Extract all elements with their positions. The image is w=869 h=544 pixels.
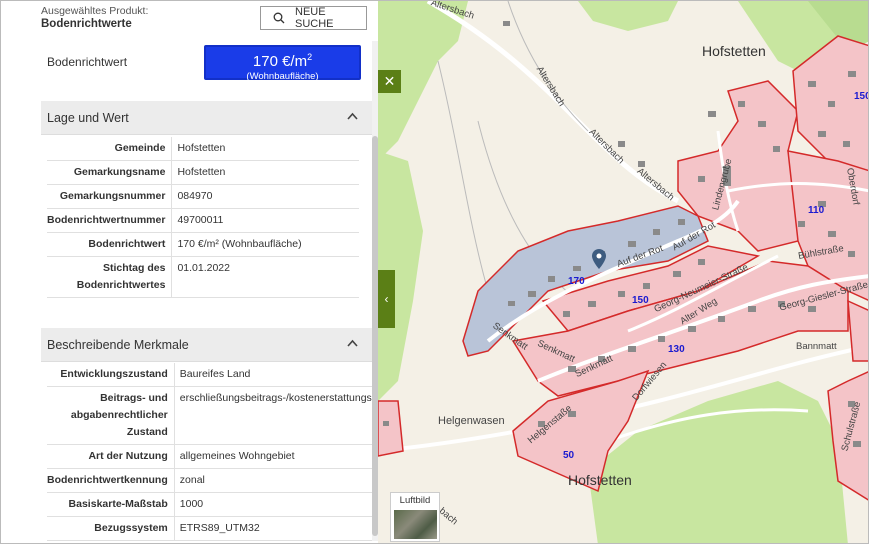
field-value: erschließungsbeitrags-/kostenerstattungs… <box>174 386 378 445</box>
field-key: Gemeinde <box>47 137 173 161</box>
table-row: Bodenrichtwertkennung zonal <box>47 468 378 493</box>
close-panel-button[interactable]: ✕ <box>378 70 401 93</box>
aerial-thumbnail <box>394 510 437 539</box>
field-key: Bodenrichtwertkennung <box>47 468 175 493</box>
field-value: 01.01.2022 <box>171 256 359 298</box>
section-lage-header[interactable]: Lage und Wert <box>41 101 372 135</box>
field-value: zonal <box>174 468 378 493</box>
table-row: Stichtag des Bodenrichtwertes 01.01.2022 <box>47 256 359 298</box>
place-label: Hofstetten <box>568 472 632 488</box>
field-key: Art der Nutzung <box>47 444 175 469</box>
field-value: 1000 <box>174 492 378 517</box>
new-search-button[interactable]: NEUE SUCHE <box>260 6 367 30</box>
brw-zone-number[interactable]: 130 <box>668 344 685 355</box>
table-row: Gemarkungsname Hofstetten <box>47 160 359 185</box>
map-base <box>378 1 868 543</box>
table-row: Basiskarte-Maßstab 1000 <box>47 492 378 517</box>
field-value: Hofstetten <box>171 160 359 185</box>
field-key: Stichtag des Bodenrichtwertes <box>47 256 173 298</box>
field-key: Entwicklungszustand <box>47 363 175 387</box>
location-marker-icon[interactable] <box>592 249 606 269</box>
table-row: Bezugssystem ETRS89_UTM32 <box>47 516 378 541</box>
table-row: Beitrags- und abgabenrechtlicher Zustand… <box>47 386 378 445</box>
place-label: Helgenwasen <box>438 415 505 427</box>
field-key: Gemarkungsname <box>47 160 173 185</box>
place-label: Hofstetten <box>702 43 766 59</box>
summary-value: 170 €/m <box>252 53 308 70</box>
field-key: Bezugssystem <box>47 516 175 541</box>
table-row: Entwicklungszustand Baureifes Land <box>47 363 378 387</box>
brw-zone-number[interactable]: 110 <box>808 205 824 216</box>
brw-zone-number[interactable]: 150 <box>632 295 649 306</box>
field-value: 084970 <box>171 184 359 209</box>
info-panel: Ausgewähltes Produkt: Bodenrichtwerte NE… <box>1 1 378 543</box>
field-key: Bodenrichtwert <box>47 232 173 257</box>
chevron-up-icon <box>347 112 358 120</box>
field-value: Hofstetten <box>171 137 359 161</box>
product-header: Ausgewähltes Produkt: Bodenrichtwerte <box>41 5 148 31</box>
summary-usage: (Wohnbaufläche) <box>246 71 319 82</box>
collapse-panel-button[interactable]: ‹ <box>378 270 395 328</box>
field-key: Beitrags- und abgabenrechtlicher Zustand <box>47 386 175 445</box>
section-merkmale-title: Beschreibende Merkmale <box>47 337 189 352</box>
chevron-left-icon: ‹ <box>384 292 389 306</box>
field-value: Baureifes Land <box>174 363 378 387</box>
field-value: 49700011 <box>171 208 359 233</box>
table-row: Art der Nutzung allgemeines Wohngebiet <box>47 444 378 469</box>
lage-table: Gemeinde Hofstetten Gemarkungsname Hofstett… <box>47 137 359 298</box>
brw-zone-number[interactable]: 170 <box>568 276 585 287</box>
street-label: Bannmatt <box>796 341 837 352</box>
field-key: Basiskarte-Maßstab <box>47 492 175 517</box>
aerial-view-label: Luftbild <box>399 495 431 506</box>
table-row: Gemarkungsnummer 084970 <box>47 184 359 209</box>
field-value: allgemeines Wohngebiet <box>174 444 378 469</box>
table-row: Bodenrichtwertnummer 49700011 <box>47 208 359 233</box>
new-search-label: NEUE SUCHE <box>295 6 334 30</box>
close-icon: ✕ <box>383 73 396 89</box>
search-icon <box>273 12 285 24</box>
bodenrichtwert-summary: Bodenrichtwert 170 €/m2 (Wohnbaufläche) <box>41 43 361 82</box>
map-view[interactable]: Hofstetten Hofstetten Helgenwasen Alters… <box>378 1 868 543</box>
section-lage-title: Lage und Wert <box>47 110 129 125</box>
summary-label: Bodenrichtwert <box>47 55 128 69</box>
merkmale-table: Entwicklungszustand Baureifes Land Beitrag… <box>47 363 378 541</box>
table-row: Bodenrichtwert 170 €/m² (Wohnbaufläche) <box>47 232 359 257</box>
field-key: Gemarkungsnummer <box>47 184 173 209</box>
chevron-up-icon <box>347 339 358 347</box>
product-name: Bodenrichtwerte <box>41 18 132 30</box>
aerial-view-toggle[interactable]: Luftbild <box>390 492 440 542</box>
summary-value-sup: 2 <box>307 52 313 62</box>
app-window: Ausgewähltes Produkt: Bodenrichtwerte NE… <box>0 0 869 544</box>
table-row: Gemeinde Hofstetten <box>47 137 359 161</box>
field-value: ETRS89_UTM32 <box>174 516 378 541</box>
brw-zone-number[interactable]: 50 <box>563 450 574 461</box>
field-value: 170 €/m² (Wohnbaufläche) <box>171 232 359 257</box>
product-label: Ausgewähltes Produkt: <box>41 5 149 17</box>
bodenrichtwert-badge: 170 €/m2 (Wohnbaufläche) <box>204 45 361 82</box>
field-key: Bodenrichtwertnummer <box>47 208 173 233</box>
section-merkmale-header[interactable]: Beschreibende Merkmale <box>41 328 372 362</box>
brw-zone-number[interactable]: 150 <box>854 91 868 102</box>
